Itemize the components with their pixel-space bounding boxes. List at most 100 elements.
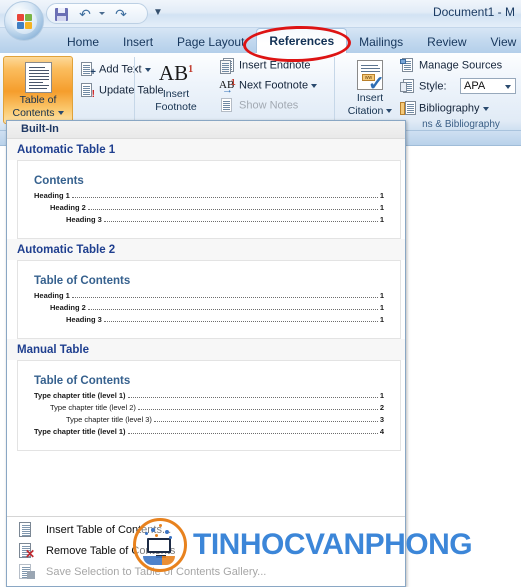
toc-line-page: 1 — [379, 191, 384, 200]
update-table-icon: ! — [80, 83, 95, 100]
insert-footnote-button[interactable]: AB1 Insert Footnote — [143, 57, 209, 124]
toc-line-page: 1 — [379, 291, 384, 300]
insert-endnote-button[interactable]: Insert Endnote — [220, 58, 311, 74]
manage-sources-icon — [400, 58, 415, 73]
toc-save-icon — [17, 564, 35, 579]
toc-line-text: Heading 3 — [66, 315, 102, 324]
toc-line-page: 1 — [379, 215, 384, 224]
toc-line-page: 1 — [379, 203, 384, 212]
undo-icon[interactable]: ↶ — [76, 6, 94, 23]
tab-mailings[interactable]: Mailings — [347, 31, 415, 53]
toc-label-line2: Contents — [12, 107, 55, 119]
dot-leader — [87, 309, 378, 310]
office-logo-icon — [12, 9, 37, 34]
toc-line-text: Heading 2 — [50, 203, 86, 212]
gallery-item-title: Manual Table — [7, 339, 405, 360]
table-of-contents-button[interactable]: Table of Contents — [3, 56, 73, 124]
toc-line-text: Type chapter title (level 1) — [34, 427, 126, 436]
insert-endnote-label: Insert Endnote — [239, 59, 311, 72]
gallery-item-preview: Table of Contents Type chapter title (le… — [17, 360, 401, 451]
dot-leader — [87, 209, 378, 210]
tab-home[interactable]: Home — [55, 31, 111, 53]
add-text-icon: + — [80, 62, 96, 78]
tab-insert[interactable]: Insert — [111, 31, 165, 53]
bibliography-style-value: APA — [464, 80, 486, 92]
gallery-item-manual-table[interactable]: Manual Table Table of Contents Type chap… — [7, 339, 405, 451]
gallery-item-title: Automatic Table 2 — [7, 239, 405, 260]
remove-table-of-contents-menu-item[interactable]: ✕ Remove Table of Contents — [7, 540, 405, 561]
ab-glyph-text: AB — [158, 61, 189, 85]
gallery-item-preview: Contents Heading 1 1 Heading 2 1 Heading… — [17, 160, 401, 239]
dot-leader — [71, 297, 378, 298]
citation-label-line2: Citation — [347, 105, 384, 117]
undo-dropdown-caret-icon[interactable] — [99, 12, 105, 15]
gallery-item-automatic-table-1[interactable]: Automatic Table 1 Contents Heading 1 1 H… — [7, 139, 405, 239]
toc-line-text: Heading 1 — [34, 291, 70, 300]
toc-document-icon — [17, 522, 34, 537]
next-footnote-button[interactable]: AB 1 → Next Footnote — [219, 78, 318, 96]
dot-leader — [71, 197, 378, 198]
tab-references[interactable]: References — [256, 28, 348, 53]
redo-icon[interactable]: ↷ — [112, 6, 130, 23]
gallery-section-header: Built-In — [7, 121, 405, 139]
footnote-label-line1: Insert — [162, 88, 190, 100]
table-of-contents-icon — [25, 62, 52, 93]
style-icon — [400, 79, 415, 94]
preview-heading: Table of Contents — [34, 275, 131, 287]
insert-table-of-contents-menu-item[interactable]: Insert Table of Contents... — [7, 519, 405, 540]
toc-preview-line: Type chapter title (level 3) 3 — [34, 414, 384, 425]
style-label: Style: — [419, 80, 447, 93]
toc-preview-line: Heading 2 1 — [34, 302, 384, 313]
save-selection-label: Save Selection to Table of Contents Gall… — [46, 565, 267, 578]
bibliography-button[interactable]: Bibliography — [400, 101, 489, 116]
toc-preview-line: Heading 1 1 — [34, 190, 384, 201]
office-button[interactable] — [4, 1, 44, 41]
next-footnote-label: Next Footnote — [239, 79, 309, 92]
toc-line-page: 2 — [379, 403, 384, 412]
tab-view[interactable]: View — [479, 31, 521, 53]
insert-citation-button[interactable]: ww ✓ Insert Citation — [341, 56, 399, 126]
next-footnote-caret-icon[interactable] — [311, 83, 318, 88]
tab-review[interactable]: Review — [415, 31, 478, 53]
toc-line-text: Heading 2 — [50, 303, 86, 312]
bibliography-style-select[interactable]: APA — [460, 78, 516, 94]
bibliography-caret-icon[interactable] — [482, 106, 489, 111]
toc-remove-icon: ✕ — [17, 543, 35, 560]
toc-preview-line: Type chapter title (level 1) 4 — [34, 426, 384, 437]
toc-line-text: Type chapter title (level 1) — [34, 391, 126, 400]
toc-line-text: Heading 1 — [34, 191, 70, 200]
window-title: Document1 - M — [432, 5, 515, 19]
bibliography-style-row: Style: — [400, 79, 447, 94]
insert-citation-icon: ww ✓ — [357, 60, 385, 94]
table-of-contents-gallery: Built-In Automatic Table 1 Contents Head… — [6, 120, 406, 587]
remove-toc-label: Remove Table of Contents — [46, 544, 176, 557]
preview-heading: Contents — [34, 175, 84, 187]
toc-preview-line: Heading 1 1 — [34, 290, 384, 301]
toc-dropdown-caret-icon[interactable] — [57, 111, 64, 116]
insert-footnote-label: Insert Footnote — [143, 88, 209, 114]
toc-line-page: 1 — [379, 391, 384, 400]
bibliography-icon — [400, 101, 416, 116]
toc-preview-line: Type chapter title (level 1) 1 — [34, 390, 384, 401]
insert-citation-caret-icon[interactable] — [386, 109, 393, 114]
customize-qat-icon[interactable]: ▼ — [153, 7, 163, 18]
dot-leader — [137, 409, 378, 410]
toc-line-text: Type chapter title (level 3) — [66, 415, 152, 424]
preview-heading: Table of Contents — [34, 375, 131, 387]
manage-sources-button[interactable]: Manage Sources — [400, 58, 502, 73]
dot-leader — [127, 397, 378, 398]
tab-page-layout[interactable]: Page Layout — [165, 31, 256, 53]
quick-access-toolbar: ↶ ↷ — [46, 3, 148, 24]
gallery-item-automatic-table-2[interactable]: Automatic Table 2 Table of Contents Head… — [7, 239, 405, 339]
citations-bibliography-group-label: ns & Bibliography — [422, 119, 500, 130]
ribbon-tab-strip: Home Insert Page Layout References Maili… — [0, 28, 521, 53]
toc-preview-line: Heading 3 1 — [34, 214, 384, 225]
show-notes-button: Show Notes — [220, 98, 298, 113]
style-dropdown-caret-icon[interactable] — [505, 85, 511, 89]
toc-preview-line: Heading 2 1 — [34, 202, 384, 213]
toc-label-line1: Table of — [19, 94, 57, 106]
save-selection-to-gallery-menu-item: Save Selection to Table of Contents Gall… — [7, 561, 405, 582]
show-notes-label: Show Notes — [239, 99, 299, 112]
save-icon[interactable] — [52, 6, 70, 23]
gallery-item-preview: Table of Contents Heading 1 1 Heading 2 … — [17, 260, 401, 339]
